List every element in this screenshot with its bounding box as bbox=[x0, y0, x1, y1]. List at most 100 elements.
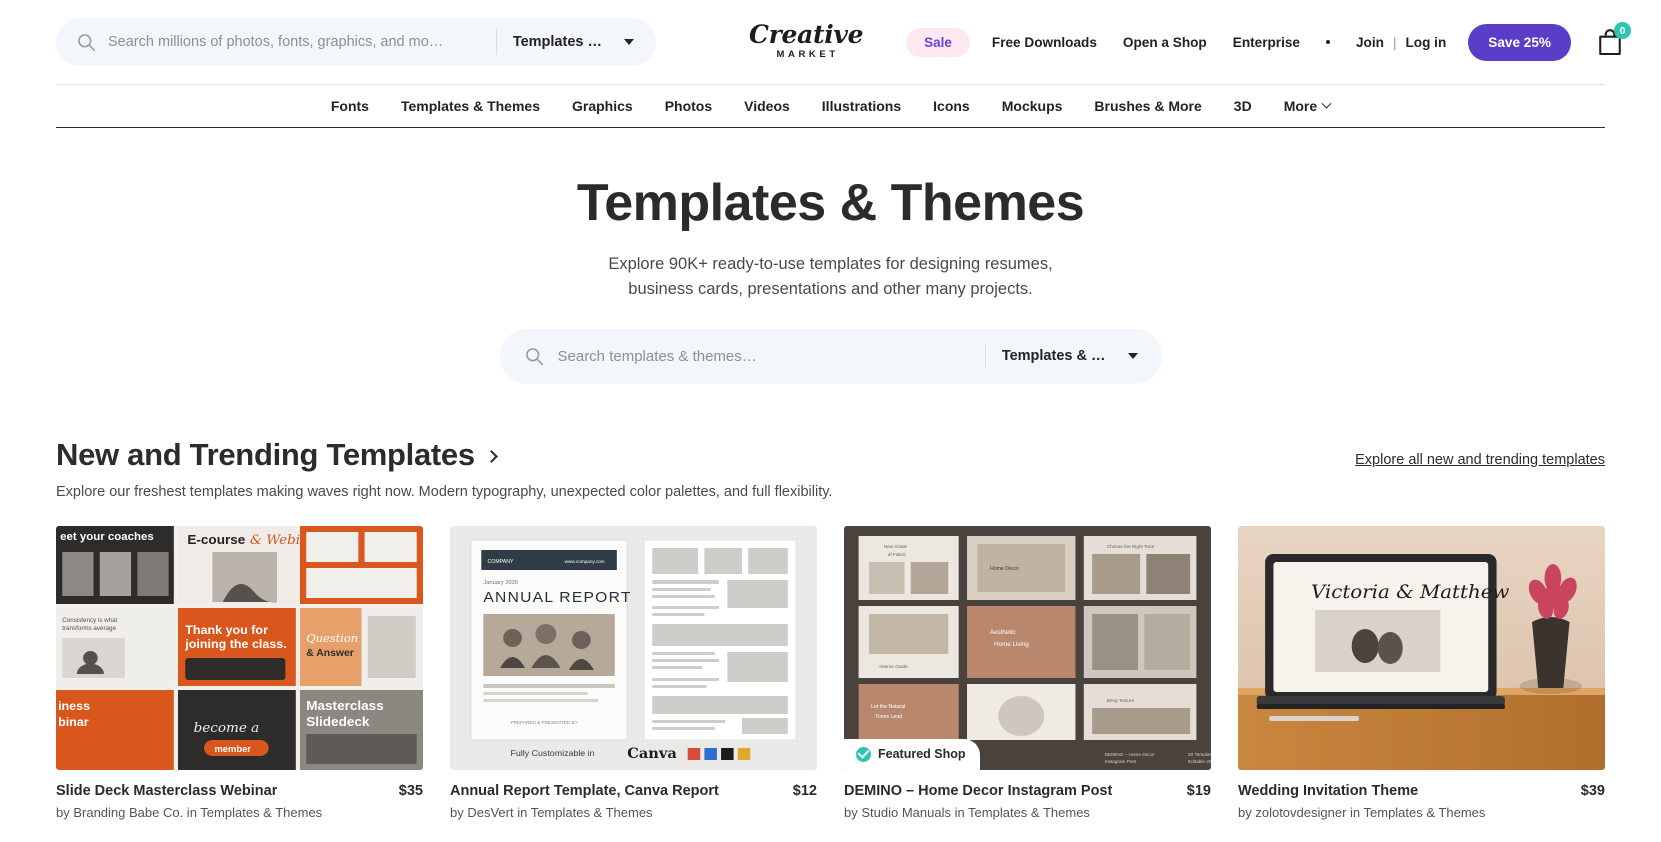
section-subtitle: Explore our freshest templates making wa… bbox=[56, 483, 833, 500]
hero-search-bar[interactable]: Templates & … bbox=[499, 328, 1162, 384]
nav-item-graphics[interactable]: Graphics bbox=[572, 98, 633, 114]
new-and-trending-section: New and Trending Templates Explore our f… bbox=[56, 437, 1605, 820]
header-separator-dot bbox=[1326, 40, 1330, 44]
svg-text:transforms average: transforms average bbox=[62, 625, 116, 632]
header-link-enterprise[interactable]: Enterprise bbox=[1233, 35, 1300, 50]
product-card-row: Annual Report Template, Canva Report $12 bbox=[450, 783, 817, 799]
nav-item-templates-themes[interactable]: Templates & Themes bbox=[401, 98, 540, 114]
product-card[interactable]: New Grade of Fabric Home Decor Choose th… bbox=[844, 525, 1211, 820]
nav-label: Brushes & More bbox=[1094, 98, 1202, 114]
nav-label: Graphics bbox=[571, 98, 633, 114]
product-card[interactable]: COMPANY www.company.com January 2020 ANN… bbox=[450, 525, 817, 820]
nav-label: Fonts bbox=[330, 98, 369, 114]
featured-shop-badge: Featured Shop bbox=[844, 738, 980, 770]
product-title: DEMINO – Home Decor Instagram Post bbox=[844, 782, 1113, 799]
wedding-invitation-preview-image: Victoria & Matthew bbox=[1238, 525, 1605, 770]
auth-group: Join | Log in bbox=[1356, 35, 1446, 50]
svg-text:COMPANY: COMPANY bbox=[488, 559, 515, 565]
nav-label: Videos bbox=[744, 98, 790, 114]
product-card-grid: eet your coaches E-course & Webinar Cons… bbox=[56, 525, 1605, 820]
svg-text:PREPARED & PRESENTED BY: PREPARED & PRESENTED BY bbox=[510, 720, 577, 725]
cart-button[interactable]: 0 bbox=[1597, 22, 1631, 56]
hero-search-category-dropdown[interactable]: Templates & … bbox=[1002, 348, 1150, 364]
section-title-link[interactable]: New and Trending Templates bbox=[56, 437, 832, 473]
svg-text:Instagram Post: Instagram Post bbox=[1105, 759, 1137, 764]
nav-item-photos[interactable]: Photos bbox=[665, 98, 712, 114]
nav-item-icons[interactable]: Icons bbox=[933, 98, 970, 114]
nav-item-fonts[interactable]: Fonts bbox=[331, 98, 369, 114]
product-title: Annual Report Template, Canva Report bbox=[450, 782, 719, 799]
nav-label: Templates & Themes bbox=[400, 98, 540, 114]
search-icon bbox=[78, 34, 96, 52]
product-thumbnail[interactable]: New Grade of Fabric Home Decor Choose th… bbox=[844, 525, 1211, 770]
nav-item-3d[interactable]: 3D bbox=[1234, 98, 1252, 114]
save-25-percent-button[interactable]: Save 25% bbox=[1468, 23, 1571, 61]
svg-text:binar: binar bbox=[58, 715, 89, 729]
nav-item-illustrations[interactable]: Illustrations bbox=[822, 98, 901, 114]
svg-text:New Grade: New Grade bbox=[884, 544, 908, 549]
nav-item-brushes-more[interactable]: Brushes & More bbox=[1094, 98, 1201, 114]
global-search-bar[interactable]: Templates … bbox=[56, 18, 656, 66]
product-card-row: Wedding Invitation Theme $39 bbox=[1238, 783, 1605, 799]
nav-label: Photos bbox=[664, 98, 713, 114]
join-link[interactable]: Join bbox=[1356, 35, 1384, 50]
svg-text:Fully Customizable in: Fully Customizable in bbox=[510, 748, 594, 758]
demino-preview-image: New Grade of Fabric Home Decor Choose th… bbox=[844, 525, 1211, 770]
chevron-down-icon bbox=[624, 39, 634, 45]
header-link-free-downloads[interactable]: Free Downloads bbox=[992, 35, 1097, 50]
svg-text:January 2020: January 2020 bbox=[483, 580, 518, 586]
svg-text:Victoria & Matthew: Victoria & Matthew bbox=[1311, 580, 1510, 603]
svg-text:ANNUAL REPORT: ANNUAL REPORT bbox=[483, 589, 631, 606]
svg-text:Aesthetic: Aesthetic bbox=[990, 629, 1016, 636]
nav-item-more[interactable]: More bbox=[1283, 98, 1332, 114]
slide-deck-preview-image: eet your coaches E-course & Webinar Cons… bbox=[56, 525, 423, 770]
svg-text:iness: iness bbox=[58, 699, 90, 713]
nav-label: Illustrations bbox=[821, 98, 902, 114]
creative-market-logo[interactable]: Creative MARKET bbox=[749, 20, 864, 60]
section-header: New and Trending Templates Explore our f… bbox=[56, 437, 1605, 500]
nav-item-videos[interactable]: Videos bbox=[744, 98, 790, 114]
product-card[interactable]: Victoria & Matthew Wedding Invitation Th… bbox=[1238, 525, 1605, 820]
svg-text:Let the Natural: Let the Natural bbox=[871, 704, 905, 710]
header-right-group: Sale Free Downloads Open a Shop Enterpri… bbox=[906, 0, 1631, 84]
hero-subtitle: Explore 90K+ ready-to-use templates for … bbox=[0, 252, 1661, 302]
logo-wordmark: Creative bbox=[749, 20, 864, 49]
chevron-right-icon bbox=[484, 449, 498, 463]
nav-item-mockups[interactable]: Mockups bbox=[1002, 98, 1063, 114]
featured-shop-label: Featured Shop bbox=[878, 747, 966, 762]
login-link[interactable]: Log in bbox=[1405, 35, 1446, 50]
global-search-category-dropdown[interactable]: Templates … bbox=[513, 34, 648, 50]
svg-text:Tones Lead: Tones Lead bbox=[875, 714, 902, 720]
nav-label: Mockups bbox=[1001, 98, 1063, 114]
svg-text:Masterclass: Masterclass bbox=[306, 698, 384, 713]
top-header: Templates … Creative MARKET Sale Free Do… bbox=[0, 0, 1661, 84]
global-search-input[interactable] bbox=[108, 18, 492, 66]
auth-separator: | bbox=[1392, 34, 1397, 50]
product-card-row: Slide Deck Masterclass Webinar $35 bbox=[56, 783, 423, 799]
nav-label: More bbox=[1283, 98, 1318, 114]
svg-text:Question: Question bbox=[306, 632, 358, 645]
verified-check-icon bbox=[856, 746, 871, 762]
product-author: by Branding Babe Co. in Templates & Them… bbox=[56, 804, 323, 820]
section-header-left: New and Trending Templates Explore our f… bbox=[56, 437, 832, 500]
hero-subtitle-line2: business cards, presentations and other … bbox=[628, 279, 1033, 298]
explore-all-link[interactable]: Explore all new and trending templates bbox=[1355, 452, 1605, 468]
product-card[interactable]: eet your coaches E-course & Webinar Cons… bbox=[56, 525, 423, 820]
product-thumbnail[interactable]: COMPANY www.company.com January 2020 ANN… bbox=[450, 525, 817, 770]
logo-subtext: MARKET bbox=[776, 49, 839, 60]
svg-text:Slidedeck: Slidedeck bbox=[306, 714, 370, 729]
product-thumbnail[interactable]: eet your coaches E-course & Webinar Cons… bbox=[56, 525, 423, 770]
chevron-down-icon bbox=[1127, 353, 1138, 360]
svg-text:joining the class.: joining the class. bbox=[184, 637, 286, 651]
header-link-open-a-shop[interactable]: Open a Shop bbox=[1123, 35, 1207, 50]
svg-text:www.company.com: www.company.com bbox=[565, 559, 605, 564]
hero-subtitle-line1: Explore 90K+ ready-to-use templates for … bbox=[608, 255, 1053, 274]
nav-label: 3D bbox=[1233, 98, 1252, 114]
product-thumbnail[interactable]: Victoria & Matthew bbox=[1238, 525, 1605, 770]
svg-text:DEMINO – Home Decor: DEMINO – Home Decor bbox=[1105, 752, 1156, 757]
svg-text:of Fabric: of Fabric bbox=[888, 552, 907, 557]
chevron-down-icon bbox=[1321, 98, 1332, 109]
sale-button[interactable]: Sale bbox=[906, 27, 970, 57]
cart-count-badge: 0 bbox=[1614, 22, 1631, 39]
hero-search-input[interactable] bbox=[557, 328, 981, 384]
